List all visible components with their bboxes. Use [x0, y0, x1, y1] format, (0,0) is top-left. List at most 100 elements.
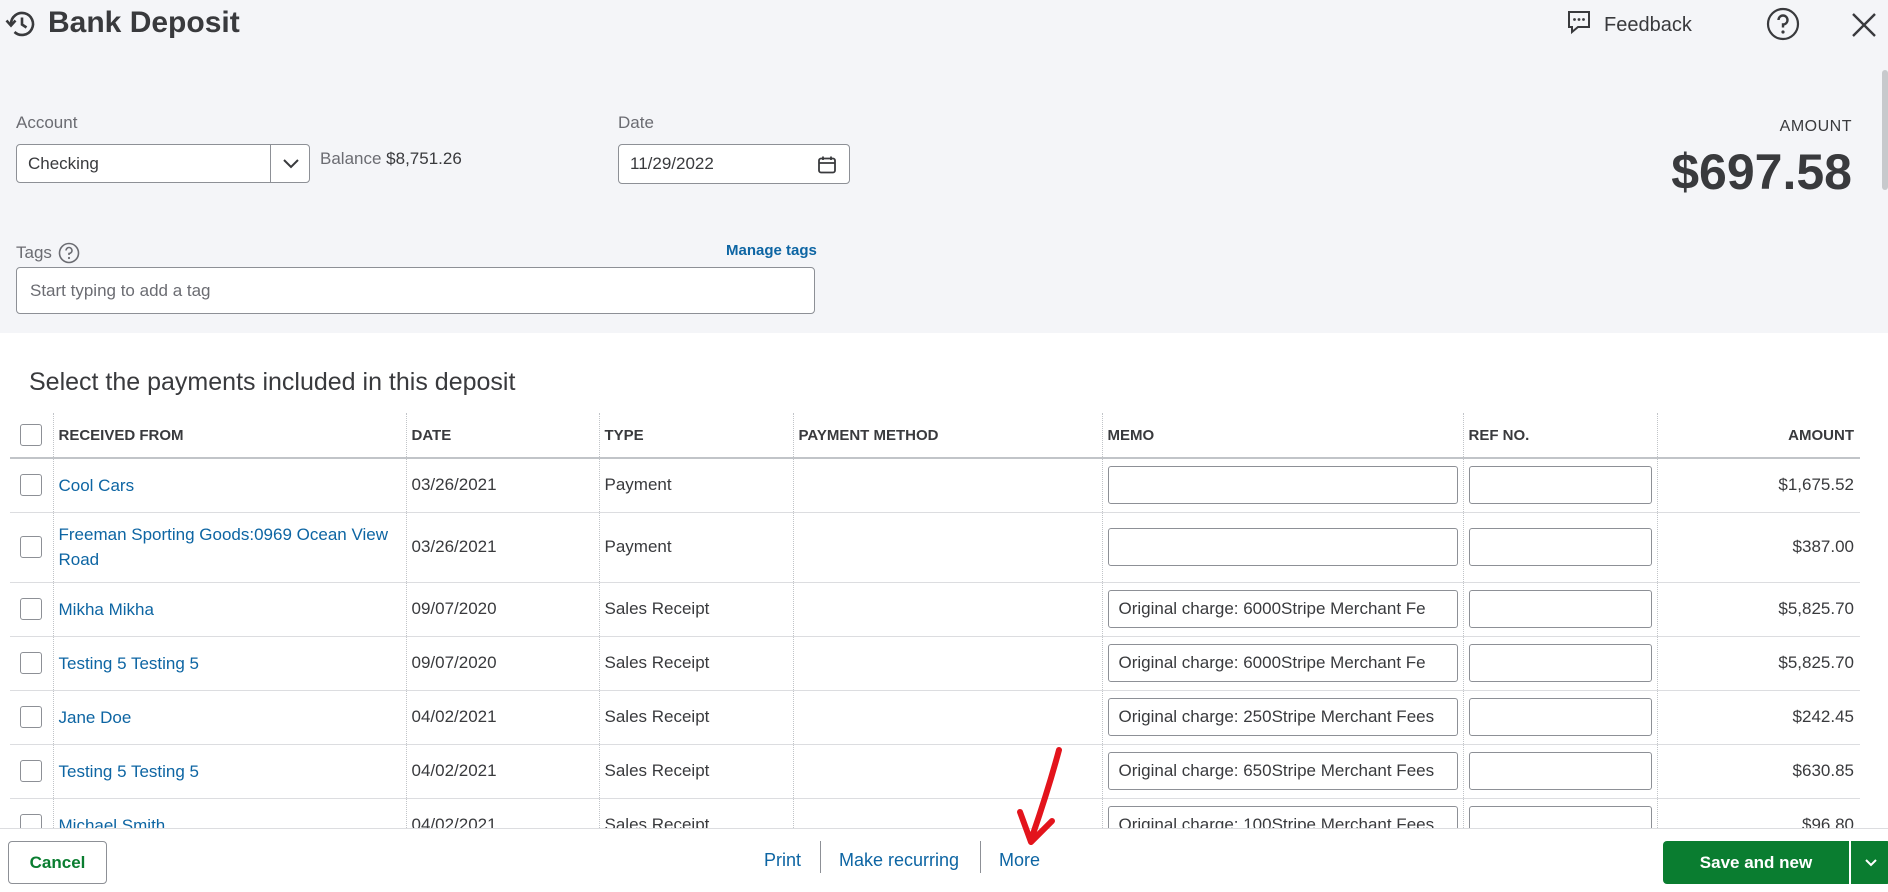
chevron-down-icon [1864, 858, 1878, 868]
footer-bar: Cancel Print Make recurring More Save an… [0, 828, 1888, 892]
row-checkbox-cell [10, 636, 54, 691]
date-cell: 09/07/2020 [406, 582, 600, 637]
received-from-cell: Jane Doe [53, 690, 407, 745]
customer-link[interactable]: Freeman Sporting Goods:0969 Ocean View R… [59, 525, 389, 569]
table-row: Testing 5 Testing 5 09/07/2020 Sales Rec… [10, 636, 1860, 691]
date-cell: 03/26/2021 [406, 512, 600, 583]
make-recurring-link[interactable]: Make recurring [839, 850, 959, 871]
col-received-from[interactable]: RECEIVED FROM [53, 413, 407, 459]
balance-value: $8,751.26 [386, 149, 462, 168]
row-checkbox-cell [10, 582, 54, 637]
payment-method-cell[interactable] [793, 636, 1103, 691]
col-date[interactable]: DATE [406, 413, 600, 459]
tags-label-text: Tags [16, 243, 52, 262]
amount-cell: $387.00 [1657, 512, 1860, 583]
received-from-cell: Testing 5 Testing 5 [53, 636, 407, 691]
ref-no-input[interactable] [1468, 698, 1652, 736]
payment-method-cell[interactable] [793, 458, 1103, 513]
customer-link[interactable]: Mikha Mikha [59, 600, 154, 619]
row-checkbox-cell [10, 690, 54, 745]
table-row: Freeman Sporting Goods:0969 Ocean View R… [10, 512, 1860, 583]
row-checkbox[interactable] [20, 706, 43, 728]
memo-input[interactable]: Original charge: 650Stripe Merchant Fees [1107, 752, 1458, 790]
row-checkbox-cell [10, 458, 54, 513]
cancel-button[interactable]: Cancel [8, 841, 107, 884]
ref-no-input[interactable] [1468, 590, 1652, 628]
table-header-row: RECEIVED FROM DATE TYPE PAYMENT METHOD M… [10, 413, 1860, 459]
memo-cell: Original charge: 650Stripe Merchant Fees [1102, 744, 1464, 799]
date-cell: 04/02/2021 [406, 690, 600, 745]
amount-cell: $1,675.52 [1657, 458, 1860, 513]
memo-input[interactable]: Original charge: 6000Stripe Merchant Fe [1107, 644, 1458, 682]
close-icon[interactable] [1849, 10, 1879, 40]
table-row: Jane Doe 04/02/2021 Sales Receipt Origin… [10, 690, 1860, 745]
payment-method-cell[interactable] [793, 690, 1103, 745]
type-cell: Sales Receipt [599, 636, 794, 691]
select-all-checkbox-cell [10, 413, 54, 459]
type-cell: Payment [599, 458, 794, 513]
type-cell: Sales Receipt [599, 690, 794, 745]
row-checkbox-cell [10, 512, 54, 583]
memo-cell [1102, 512, 1464, 583]
col-amount[interactable]: AMOUNT [1657, 413, 1860, 459]
row-checkbox[interactable] [20, 760, 43, 782]
scrollbar[interactable] [1882, 70, 1888, 190]
amount-label: AMOUNT [1779, 118, 1852, 135]
row-checkbox-cell [10, 744, 54, 799]
calendar-icon[interactable] [815, 153, 839, 177]
manage-tags-link[interactable]: Manage tags [726, 242, 817, 259]
feedback-button[interactable]: Feedback [1566, 10, 1692, 40]
col-payment-method[interactable]: PAYMENT METHOD [793, 413, 1103, 459]
col-type[interactable]: TYPE [599, 413, 794, 459]
row-checkbox[interactable] [20, 536, 43, 558]
ref-no-input[interactable] [1468, 528, 1652, 566]
tags-input[interactable]: Start typing to add a tag [16, 267, 815, 314]
col-memo[interactable]: MEMO [1102, 413, 1464, 459]
date-label: Date [618, 113, 654, 132]
row-checkbox[interactable] [20, 652, 43, 674]
payments-section-title: Select the payments included in this dep… [29, 368, 516, 396]
customer-link[interactable]: Testing 5 Testing 5 [59, 654, 200, 673]
help-icon[interactable] [1766, 7, 1800, 41]
table-row: Cool Cars 03/26/2021 Payment $1,675.52 [10, 458, 1860, 513]
memo-cell: Original charge: 6000Stripe Merchant Fe [1102, 636, 1464, 691]
memo-input[interactable]: Original charge: 250Stripe Merchant Fees [1107, 698, 1458, 736]
info-icon[interactable] [58, 242, 80, 264]
save-options-dropdown[interactable] [1851, 841, 1888, 884]
customer-link[interactable]: Jane Doe [59, 708, 132, 727]
print-link[interactable]: Print [764, 850, 801, 871]
amount-cell: $242.45 [1657, 690, 1860, 745]
type-cell: Payment [599, 512, 794, 583]
received-from-cell: Cool Cars [53, 458, 407, 513]
type-cell: Sales Receipt [599, 744, 794, 799]
date-cell: 04/02/2021 [406, 744, 600, 799]
page-title: Bank Deposit [48, 6, 240, 39]
customer-link[interactable]: Cool Cars [59, 476, 135, 495]
account-select[interactable]: Checking [16, 144, 310, 183]
memo-input[interactable] [1107, 528, 1458, 566]
account-label: Account [16, 113, 78, 132]
date-field[interactable]: 11/29/2022 [618, 144, 850, 184]
ref-no-input[interactable] [1468, 752, 1652, 790]
chevron-down-icon[interactable] [271, 145, 310, 182]
select-all-checkbox[interactable] [20, 424, 43, 446]
memo-input[interactable] [1107, 466, 1458, 505]
received-from-cell: Testing 5 Testing 5 [53, 744, 407, 799]
payment-method-cell[interactable] [793, 512, 1103, 583]
customer-link[interactable]: Testing 5 Testing 5 [59, 762, 200, 781]
feedback-icon [1566, 9, 1592, 41]
ref-no-input[interactable] [1468, 466, 1652, 505]
amount-total: $697.58 [1671, 144, 1852, 200]
row-checkbox[interactable] [20, 598, 43, 620]
memo-cell [1102, 458, 1464, 513]
history-icon[interactable] [4, 9, 38, 39]
row-checkbox[interactable] [20, 474, 43, 497]
amount-cell: $630.85 [1657, 744, 1860, 799]
save-and-new-button[interactable]: Save and new [1663, 841, 1849, 884]
payment-method-cell[interactable] [793, 582, 1103, 637]
ref-no-input[interactable] [1468, 644, 1652, 682]
memo-input[interactable]: Original charge: 6000Stripe Merchant Fe [1107, 590, 1458, 628]
type-cell: Sales Receipt [599, 582, 794, 637]
col-ref-no[interactable]: REF NO. [1463, 413, 1658, 459]
account-balance: Balance $8,751.26 [320, 149, 462, 169]
